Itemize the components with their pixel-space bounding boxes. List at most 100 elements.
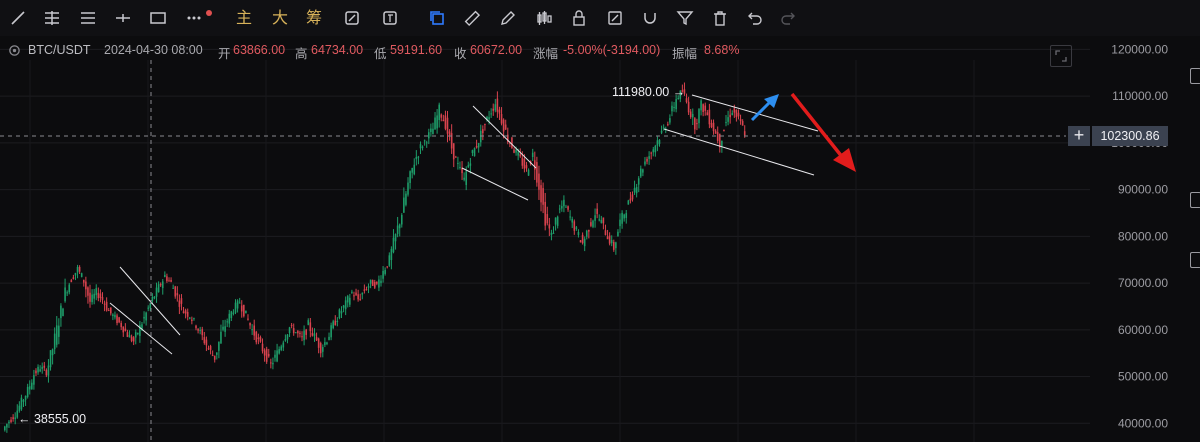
candle-body [490, 113, 492, 115]
candle-body [82, 279, 85, 283]
candle-body [513, 149, 515, 153]
candle-body [309, 322, 312, 332]
candle-body [477, 142, 480, 148]
candle-body [76, 266, 79, 273]
price-chart[interactable]: 120000.00110000.00100000.0090000.0080000… [0, 0, 1200, 442]
candle-body [369, 279, 372, 284]
candle-body [633, 187, 636, 193]
candle-body [290, 325, 293, 327]
candle-body [689, 111, 692, 118]
candle-body [110, 307, 112, 314]
datetime-label: 2024-04-30 08:00 [104, 43, 203, 57]
candle-body [459, 166, 461, 168]
candle-body [89, 292, 91, 302]
candle-body [737, 112, 740, 117]
candle-body [201, 329, 204, 336]
candle-body [463, 177, 465, 180]
candle-body [344, 300, 347, 310]
candle-body [317, 338, 320, 348]
panel-tab-icon[interactable] [1190, 192, 1200, 208]
candle-body [224, 326, 226, 332]
price-tick-label: 40000.00 [1118, 416, 1168, 430]
candle-body [37, 366, 39, 373]
open-label: 开 [218, 47, 231, 61]
candle-body [579, 240, 582, 243]
fullscreen-icon[interactable] [1050, 45, 1072, 67]
low-label: 低 [374, 47, 387, 61]
candle-body [448, 131, 451, 136]
candle-body [565, 206, 567, 208]
candle-body [259, 337, 262, 342]
candle-body [479, 130, 482, 143]
candlesticks [4, 82, 746, 433]
candle-body [694, 118, 696, 130]
side-panel-tabs [1186, 60, 1200, 310]
symbol-label[interactable]: BTC/USDT [28, 43, 91, 57]
candle-body [297, 331, 299, 334]
candle-body [428, 132, 430, 139]
change-label: 涨幅 [533, 47, 559, 61]
candle-body [432, 128, 434, 135]
candle-body [28, 386, 31, 390]
candle-body [596, 208, 598, 214]
candle-body [687, 101, 690, 113]
candle-body [240, 305, 243, 312]
candle-body [558, 208, 561, 210]
high-value: 64734.00 [311, 43, 364, 57]
candle-body [652, 149, 655, 153]
candle-body [334, 320, 337, 326]
candle-body [243, 304, 245, 317]
high-marker-label: 111980.00 → [612, 85, 685, 99]
candle-body [531, 152, 534, 158]
low-marker-label: ← 38555.00 [18, 412, 86, 426]
candle-body [442, 119, 445, 122]
panel-tab-icon[interactable] [1190, 68, 1200, 84]
amplitude-label: 振幅 [672, 47, 698, 61]
candle-body [534, 160, 536, 170]
candle-body [496, 98, 499, 112]
candle-body [99, 293, 102, 298]
candle-body [552, 232, 555, 234]
panel-tab-icon[interactable] [1190, 252, 1200, 268]
settings-gear-icon[interactable] [8, 44, 21, 57]
candle-body [197, 328, 199, 331]
candle-body [471, 150, 474, 153]
candle-body [284, 339, 287, 341]
candle-body [646, 158, 648, 162]
candle-body [698, 109, 700, 124]
candle-body [473, 148, 476, 157]
candle-body [619, 219, 621, 227]
trend-channel-line [119, 266, 181, 336]
candle-body [184, 310, 187, 314]
candle-body [180, 298, 183, 304]
candle-body [87, 287, 89, 296]
add-alert-button[interactable]: + [1068, 126, 1090, 146]
candle-body [644, 161, 646, 165]
candle-body [236, 300, 239, 309]
candle-body [313, 333, 316, 337]
candle-body [228, 313, 231, 324]
candle-body [710, 123, 713, 128]
price-tick-label: 50000.00 [1118, 370, 1168, 384]
candle-body [66, 292, 68, 294]
candle-body [671, 105, 673, 112]
candle-body [126, 332, 129, 337]
candle-body [22, 399, 25, 402]
candle-body [351, 291, 353, 293]
price-tick-label: 60000.00 [1118, 323, 1168, 337]
candle-body [55, 325, 58, 345]
candle-body [6, 423, 8, 428]
candle-body [270, 362, 272, 364]
candle-body [382, 270, 384, 279]
candle-body [685, 98, 688, 102]
candle-body [95, 288, 98, 296]
candle-body [41, 366, 44, 369]
candle-body [263, 350, 266, 356]
candle-body [178, 300, 181, 307]
chart-grid [0, 48, 1090, 442]
candle-body [14, 417, 16, 419]
candle-body [315, 337, 318, 341]
change-value: -5.00%(-3194.00) [563, 43, 661, 57]
candle-body [220, 331, 222, 344]
candle-body [467, 165, 470, 168]
